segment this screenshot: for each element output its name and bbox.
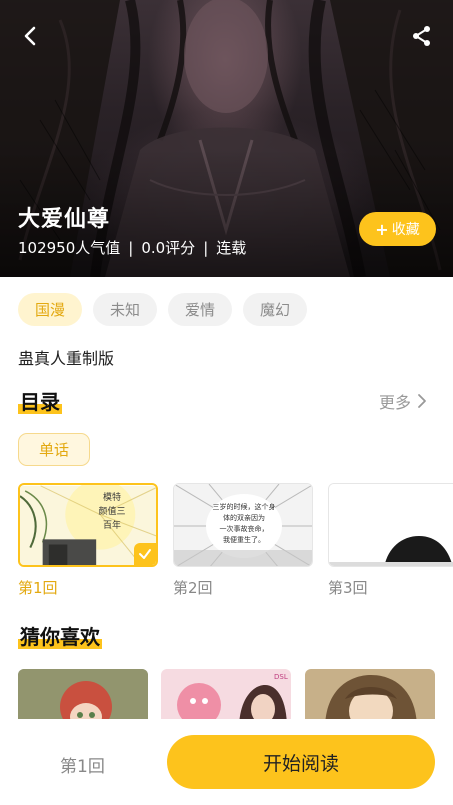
- tag-item[interactable]: 未知: [93, 293, 158, 326]
- chapter-1-art-text: 模特: [102, 493, 121, 503]
- chevron-right-icon: [418, 394, 426, 408]
- chapter-thumbnail: [328, 483, 453, 567]
- chapter-label: 第2回: [173, 579, 213, 597]
- tag-item[interactable]: 魔幻: [243, 293, 308, 326]
- more-label: 更多: [379, 393, 412, 412]
- chapter-3-art: [329, 484, 453, 566]
- chapter-2-art-text: 我便重生了。: [223, 536, 265, 544]
- chapter-label: 第1回: [18, 579, 58, 597]
- chapter-thumbnail: 模特 颜值三 百年: [18, 483, 158, 567]
- current-chapter-label: 第1回: [60, 757, 105, 777]
- selected-check-badge: [134, 543, 156, 565]
- share-icon: [413, 26, 430, 46]
- chapter-2-art-text: 三岁的时候，这个身: [212, 503, 276, 511]
- stats-separator: |: [203, 238, 209, 257]
- comic-title: 大爱仙尊: [18, 207, 111, 232]
- favorite-label: 收藏: [391, 222, 420, 238]
- chapter-item[interactable]: 模特 颜值三 百年 第1回: [18, 483, 158, 598]
- chapter-1-art-text: 百年: [102, 521, 121, 531]
- start-reading-button[interactable]: 开始阅读: [167, 735, 435, 789]
- chapter-2-art-text: 体的双亲因为: [223, 514, 265, 522]
- chapter-list: 模特 颜值三 百年 第1回 三岁的时候，这个身 体的双亲因为 一次事故丧命， 我…: [18, 483, 453, 603]
- bottom-action-bar: 第1回 开始阅读: [0, 719, 453, 805]
- genre-tags: 国漫 未知 爱情 魔幻: [18, 293, 318, 326]
- catalog-title: 目录: [18, 388, 62, 416]
- chapter-thumbnail: 三岁的时候，这个身 体的双亲因为 一次事故丧命， 我便重生了。: [173, 483, 313, 567]
- more-chapters-link[interactable]: 更多: [379, 389, 429, 413]
- plus-icon: +: [375, 219, 389, 239]
- filter-single-chapter[interactable]: 单话: [18, 433, 90, 466]
- chapter-item[interactable]: 第3回: [328, 483, 453, 598]
- comic-stats: 102950人气值 | 0.0评分 | 连载: [18, 237, 246, 258]
- stats-separator: |: [128, 238, 134, 257]
- chapter-1-art-text: 颜值三: [98, 507, 126, 517]
- cover-banner: 大爱仙尊 102950人气值 | 0.0评分 | 连载 + 收藏: [0, 0, 453, 277]
- rating-value: 0.0评分: [141, 239, 196, 257]
- tag-item[interactable]: 国漫: [18, 293, 83, 326]
- recommend-title: 猜你喜欢: [18, 623, 102, 651]
- popularity-count: 102950人气值: [18, 239, 121, 257]
- author-name: 蛊真人重制版: [18, 349, 115, 368]
- chapter-item[interactable]: 三岁的时候，这个身 体的双亲因为 一次事故丧命， 我便重生了。 第2回: [173, 483, 313, 598]
- favorite-button[interactable]: + 收藏: [359, 212, 436, 246]
- check-icon: [139, 549, 151, 559]
- chevron-left-icon: [24, 26, 36, 46]
- recommend-2-badge: DSL: [274, 673, 288, 681]
- share-button[interactable]: [405, 20, 439, 52]
- tag-item[interactable]: 爱情: [168, 293, 233, 326]
- back-button[interactable]: [14, 20, 46, 52]
- comic-detail-page: 大爱仙尊 102950人气值 | 0.0评分 | 连载 + 收藏 国漫 未知 爱…: [0, 0, 453, 805]
- chapter-2-art-text: 一次事故丧命，: [219, 525, 269, 533]
- chapter-label: 第3回: [328, 579, 368, 597]
- serial-status: 连载: [216, 239, 247, 257]
